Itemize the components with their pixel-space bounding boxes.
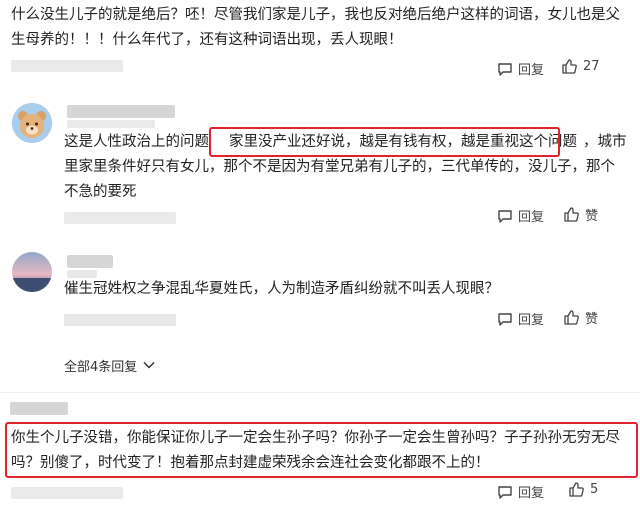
reply-label: 回复	[518, 63, 545, 78]
comment1-reply-button[interactable]: 回复	[497, 59, 544, 78]
reply-label: 回复	[518, 486, 545, 501]
expand-replies-link[interactable]: 全部4条回复	[64, 356, 155, 375]
comment4-like-button[interactable]: 5	[568, 481, 598, 498]
thumbs-up-icon	[568, 481, 585, 498]
comment1-text-line1: 什么没生儿子的就是绝后？呸！尽管我们家是儿子，我也反对绝后绝户这样的词语，女儿也…	[11, 7, 620, 23]
like-label: 赞	[585, 312, 599, 327]
username-blurred	[67, 120, 155, 128]
thumbs-up-icon	[563, 309, 580, 326]
comment3-reply-button[interactable]: 回复	[497, 309, 544, 328]
comment1-like-button[interactable]: 27	[561, 58, 600, 75]
reply-icon	[497, 484, 513, 500]
comment2-like-button[interactable]: 赞	[563, 205, 598, 224]
reply-icon	[497, 311, 513, 327]
avatar[interactable]	[12, 103, 52, 143]
comment2-reply-button[interactable]: 回复	[497, 206, 544, 225]
thumbs-up-icon	[561, 58, 578, 75]
reply-icon	[497, 208, 513, 224]
reply-label: 回复	[518, 210, 545, 225]
bear-avatar-icon	[12, 103, 52, 143]
comment2-text-line3: 不急的要死	[64, 184, 137, 200]
like-label: 赞	[585, 209, 599, 224]
like-count: 27	[583, 59, 600, 74]
comment2-text-post: ，城市	[583, 134, 627, 150]
comment2-text-pre: 这是人性政治上的问题	[64, 134, 209, 150]
comment1-meta-blurred	[11, 60, 123, 72]
comment4-reply-button[interactable]: 回复	[497, 482, 544, 501]
comment3-like-button[interactable]: 赞	[563, 308, 598, 327]
highlight-box	[5, 422, 638, 478]
like-count: 5	[590, 482, 599, 497]
chevron-down-icon	[143, 358, 155, 373]
comment3-meta-blurred	[64, 314, 176, 326]
username-blurred	[10, 402, 68, 415]
highlight-box	[209, 127, 560, 157]
divider	[0, 392, 640, 393]
expand-replies-label: 全部4条回复	[64, 360, 138, 375]
username-blurred	[67, 105, 175, 118]
reply-label: 回复	[518, 313, 545, 328]
reply-icon	[497, 61, 513, 77]
sunset-avatar-icon	[12, 252, 52, 292]
comment1-text-line2: 生母养的！！！什么年代了，还有这种词语出现，丢人现眼！	[11, 32, 403, 48]
avatar[interactable]	[12, 252, 52, 292]
username-blurred	[67, 255, 113, 268]
comment2-text-line2: 里家里条件好只有女儿，那个不是因为有堂兄弟有儿子的，三代单传的，没儿子，那个	[64, 159, 615, 175]
comment4-meta-blurred	[11, 487, 123, 499]
thumbs-up-icon	[563, 206, 580, 223]
comment3-text: 催生冠姓权之争混乱华夏姓氏，人为制造矛盾纠纷就不叫丢人现眼？	[64, 281, 499, 297]
comment2-meta-blurred	[64, 212, 176, 224]
